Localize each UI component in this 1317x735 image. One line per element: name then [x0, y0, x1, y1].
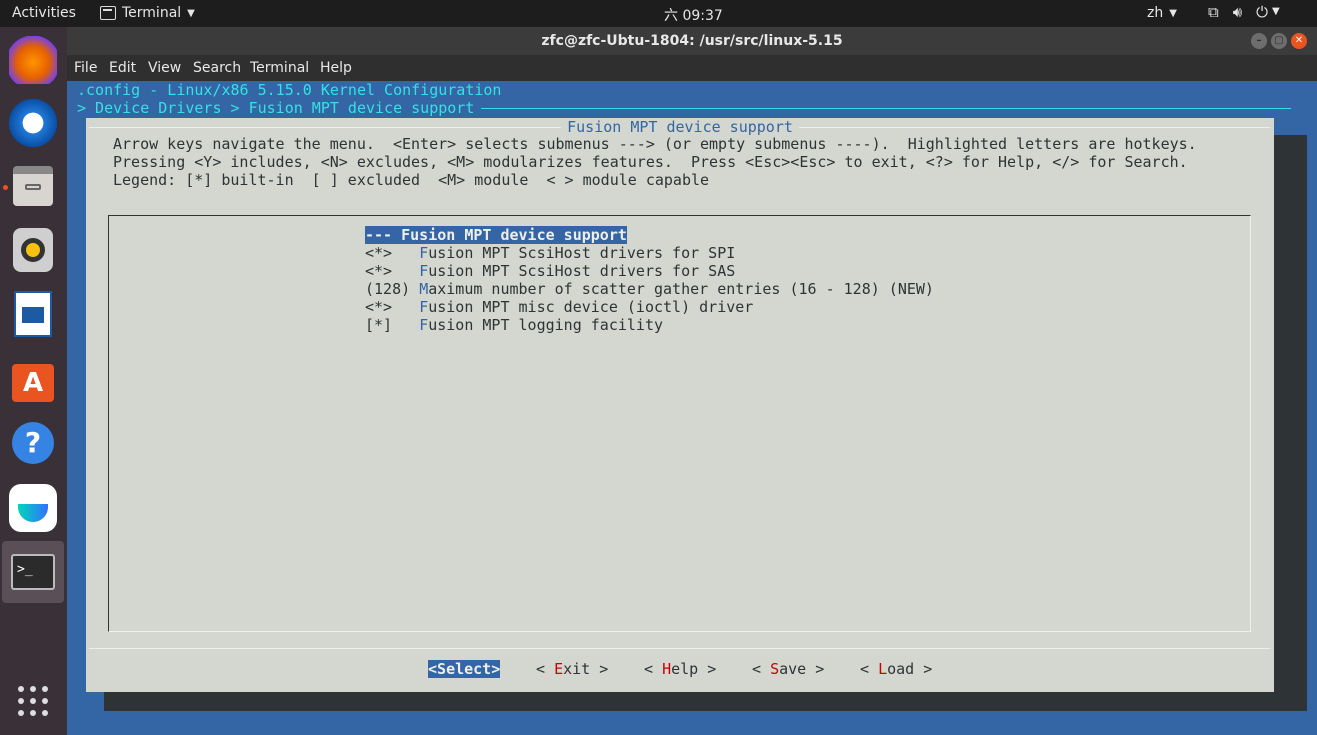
feishu-icon[interactable]: [9, 484, 57, 532]
minimize-icon[interactable]: –: [1251, 33, 1267, 49]
files-icon[interactable]: [9, 162, 57, 210]
terminal-app-icon: [100, 6, 116, 20]
window-title-bar[interactable]: zfc@zfc-Ubtu-1804: /usr/src/linux-5.15 –…: [67, 27, 1317, 55]
show-apps-icon[interactable]: [9, 677, 57, 725]
dialog-title: Fusion MPT device support: [561, 118, 799, 136]
help-text: Arrow keys navigate the menu. <Enter> se…: [113, 135, 1197, 153]
input-method-menu[interactable]: zh ▼: [1147, 5, 1177, 21]
clock[interactable]: 六 09:37: [664, 5, 723, 25]
menu-item-scsihost-spi[interactable]: <*> Fusion MPT ScsiHost drivers for SPI: [365, 244, 735, 262]
menu-list: --- Fusion MPT device support <*> Fusion…: [108, 215, 1251, 632]
load-button[interactable]: < Load >: [860, 660, 932, 678]
menu-bar: File Edit View Search Terminal Help: [67, 55, 1317, 81]
menu-search[interactable]: Search: [193, 60, 241, 76]
software-icon[interactable]: A: [9, 355, 57, 403]
exit-button[interactable]: < Exit >: [536, 660, 608, 678]
activities-button[interactable]: Activities: [12, 5, 76, 21]
menu-file[interactable]: File: [74, 60, 97, 76]
header-rule: [481, 108, 1291, 109]
select-button[interactable]: <Select>: [428, 660, 501, 678]
power-icon[interactable]: ⏻: [1256, 3, 1268, 21]
dialog-separator: [89, 648, 1270, 649]
menuconfig-dialog: Fusion MPT device support Arrow keys nav…: [86, 118, 1274, 692]
app-menu-label: Terminal: [122, 5, 182, 21]
app-menu[interactable]: Terminal ▼: [100, 5, 195, 21]
menu-item-logging-facility[interactable]: [*] Fusion MPT logging facility: [365, 316, 663, 334]
network-icon[interactable]: ⧉: [1208, 3, 1219, 21]
menu-edit[interactable]: Edit: [109, 60, 136, 76]
button-row: <Select> < Exit > < Help > < Save > < Lo…: [86, 660, 1274, 680]
window-title: zfc@zfc-Ubtu-1804: /usr/src/linux-5.15: [541, 33, 843, 49]
volume-icon[interactable]: 🔊︎: [1233, 3, 1242, 21]
dock: A ? >_: [0, 27, 67, 735]
legend-text: Legend: [*] built-in [ ] excluded <M> mo…: [113, 171, 710, 189]
close-icon[interactable]: ✕: [1291, 33, 1307, 49]
rhythmbox-icon[interactable]: [9, 226, 57, 274]
chevron-down-icon: ▼: [187, 7, 195, 19]
maximize-icon[interactable]: ▢: [1271, 33, 1287, 49]
firefox-icon[interactable]: [9, 36, 57, 84]
terminal-window: zfc@zfc-Ubtu-1804: /usr/src/linux-5.15 –…: [67, 27, 1317, 735]
help-text: Pressing <Y> includes, <N> excludes, <M>…: [113, 153, 1188, 171]
menu-item-max-scatter-gather[interactable]: (128) Maximum number of scatter gather e…: [365, 280, 934, 298]
breadcrumb: > Device Drivers > Fusion MPT device sup…: [77, 99, 484, 117]
config-header: .config - Linux/x86 5.15.0 Kernel Config…: [77, 81, 502, 99]
system-tray[interactable]: ⧉ 🔊︎ ⏻ ▼: [1208, 3, 1280, 21]
top-bar: Activities Terminal ▼ 六 09:37 zh ▼ ⧉ 🔊︎ …: [0, 0, 1317, 27]
menu-help[interactable]: Help: [320, 60, 352, 76]
chevron-down-icon: ▼: [1272, 6, 1280, 17]
menu-item-fusion-mpt-device-support[interactable]: --- Fusion MPT device support: [365, 226, 627, 244]
writer-icon[interactable]: [9, 290, 57, 338]
menu-terminal[interactable]: Terminal: [250, 60, 309, 76]
help-button[interactable]: < Help >: [644, 660, 716, 678]
chevron-down-icon: ▼: [1169, 7, 1177, 19]
help-icon[interactable]: ?: [9, 419, 57, 467]
terminal-content[interactable]: .config - Linux/x86 5.15.0 Kernel Config…: [67, 81, 1317, 735]
menu-item-misc-device-ioctl[interactable]: <*> Fusion MPT misc device (ioctl) drive…: [365, 298, 753, 316]
menu-view[interactable]: View: [148, 60, 181, 76]
input-method-label: zh: [1147, 5, 1164, 21]
save-button[interactable]: < Save >: [752, 660, 824, 678]
terminal-icon[interactable]: >_: [2, 541, 64, 603]
thunderbird-icon[interactable]: [9, 99, 57, 147]
menu-item-scsihost-sas[interactable]: <*> Fusion MPT ScsiHost drivers for SAS: [365, 262, 735, 280]
